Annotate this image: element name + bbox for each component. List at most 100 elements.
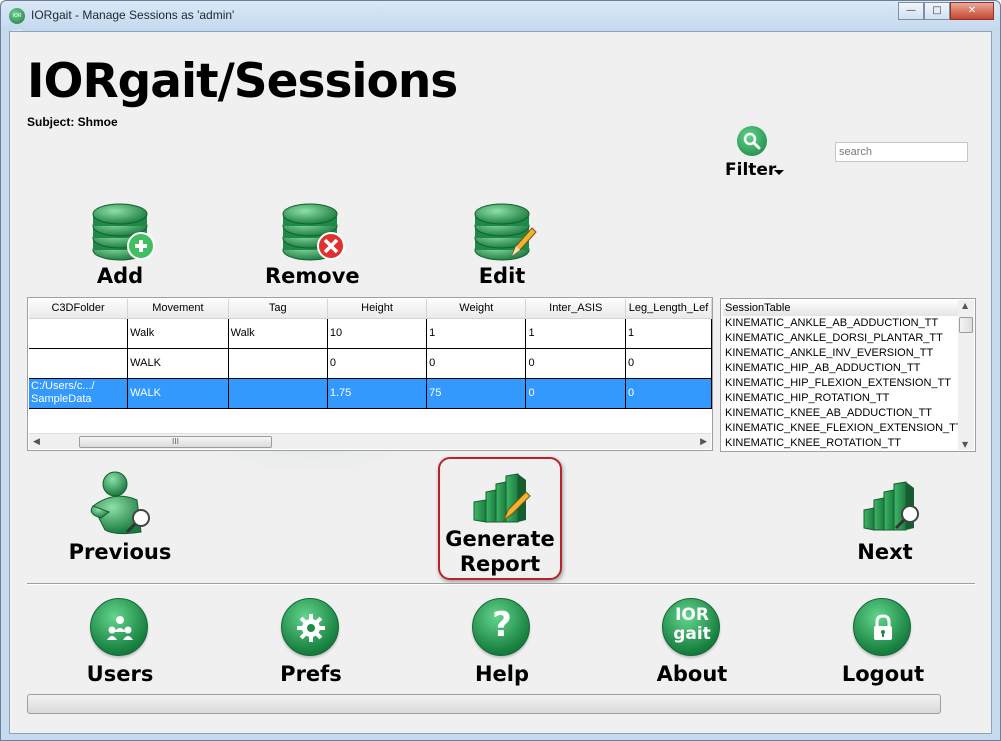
table-cell[interactable]: WALK (127, 378, 229, 409)
page-title: IORgait/Sessions (27, 54, 458, 109)
generate-label-line1: Generate (445, 527, 555, 551)
scroll-thumb[interactable]: III (79, 436, 272, 448)
filter-button[interactable]: Filter (725, 160, 776, 180)
list-item[interactable]: KINEMATIC_KNEE_ROTATION_TT (723, 436, 959, 451)
table-row[interactable]: Walk Walk 10 1 1 1 (29, 318, 712, 349)
database-edit-icon (474, 203, 537, 261)
edit-button[interactable]: Edit (462, 200, 542, 288)
divider (27, 583, 975, 585)
column-header[interactable]: C3DFolder (29, 299, 129, 319)
table-row-selected[interactable]: C:/Users/c.../ SampleData WALK 1.75 75 0… (29, 378, 712, 409)
scroll-down-icon[interactable]: ▼ (962, 440, 968, 449)
table-cell[interactable]: 0 (327, 348, 428, 379)
app-logo-icon: IOR gait (9, 8, 25, 35)
sessions-table[interactable]: C3DFolder Movement Tag Height Weight Int… (27, 297, 713, 451)
table-cell[interactable]: 0 (625, 378, 712, 409)
previous-button[interactable]: Previous (65, 470, 175, 564)
scroll-thumb[interactable] (959, 317, 973, 333)
column-header[interactable]: Height (327, 299, 428, 319)
app-window: IOR gait IORgait - Manage Sessions as 'a… (0, 0, 1001, 741)
table-cell[interactable] (29, 348, 129, 379)
scroll-right-icon[interactable]: ▶ (700, 437, 707, 447)
search-input[interactable] (835, 142, 968, 162)
table-cell[interactable]: 10 (327, 318, 428, 349)
sessions-grid: C3DFolder Movement Tag Height Weight Int… (29, 299, 712, 409)
table-header-row: C3DFolder Movement Tag Height Weight Int… (29, 299, 712, 319)
gear-icon[interactable] (281, 598, 339, 656)
horizontal-scrollbar[interactable]: ◀ III ▶ (29, 433, 711, 449)
generate-report-label: Generate Report (440, 527, 560, 577)
main-panel: IORgait/Sessions Subject: Shmoe Filter s… (9, 31, 992, 734)
remove-button[interactable]: Remove (265, 200, 360, 288)
about-icon-text-gait: gait (673, 624, 711, 644)
generate-label-line2: Report (459, 552, 541, 576)
table-cell[interactable]: 0 (625, 348, 712, 379)
table-cell[interactable] (228, 348, 328, 379)
table-cell[interactable]: 0 (525, 378, 626, 409)
table-row[interactable]: WALK 0 0 0 0 (29, 348, 712, 379)
list-item[interactable]: KINEMATIC_KNEE_AB_ADDUCTION_TT (723, 406, 959, 421)
column-header[interactable]: Leg_Length_Lef (625, 299, 712, 319)
table-cell[interactable]: Walk (228, 318, 328, 349)
table-cell[interactable] (29, 318, 129, 349)
generate-report-button[interactable]: Generate Report (438, 457, 562, 580)
close-button[interactable]: ✕ (950, 2, 994, 20)
table-cell[interactable]: 0 (426, 348, 527, 379)
previous-label: Previous (68, 540, 172, 564)
session-table-list[interactable]: SessionTable KINEMATIC_ANKLE_AB_ADDUCTIO… (720, 298, 976, 452)
about-logo-icon[interactable]: IOR gait (662, 598, 720, 656)
help-button[interactable]: Help (437, 662, 567, 686)
help-icon[interactable]: ? (472, 598, 530, 656)
user-search-icon (90, 471, 150, 535)
about-icon-text-ior: IOR (675, 605, 709, 625)
column-header[interactable]: Movement (127, 299, 229, 319)
table-cell[interactable]: C:/Users/c.../ SampleData (29, 378, 129, 409)
next-button[interactable]: Next (830, 470, 940, 564)
remove-label: Remove (265, 264, 360, 288)
list-item[interactable]: KINEMATIC_HIP_FLEXION_EXTENSION_TT (723, 376, 959, 391)
list-item[interactable]: KINEMATIC_ANKLE_DORSI_PLANTAR_TT (723, 331, 959, 346)
table-cell[interactable]: 1 (426, 318, 527, 349)
table-cell[interactable]: 1 (625, 318, 712, 349)
add-label: Add (96, 264, 144, 288)
window-title: IORgait - Manage Sessions as 'admin' (31, 8, 235, 22)
table-cell[interactable] (228, 378, 328, 409)
users-button[interactable]: Users (55, 662, 185, 686)
vertical-scrollbar[interactable]: ▲ ▼ (958, 300, 974, 450)
scroll-left-icon[interactable]: ◀ (33, 437, 40, 447)
maximize-button[interactable]: □ (924, 2, 950, 20)
database-remove-icon (282, 203, 345, 261)
add-button[interactable]: Add (80, 200, 160, 288)
table-cell[interactable]: 75 (426, 378, 527, 409)
table-cell[interactable]: 1 (525, 318, 626, 349)
subject-label: Subject: Shmoe (27, 115, 118, 129)
report-chart-icon (473, 473, 531, 523)
list-item[interactable]: KINEMATIC_ANKLE_INV_EVERSION_TT (723, 346, 959, 361)
chevron-down-icon[interactable] (774, 170, 784, 175)
next-label: Next (857, 540, 913, 564)
logout-button[interactable]: Logout (818, 662, 948, 686)
table-cell[interactable]: WALK (127, 348, 229, 379)
table-cell[interactable]: 1.75 (327, 378, 428, 409)
table-cell[interactable]: 0 (525, 348, 626, 379)
title-bar[interactable]: IOR gait IORgait - Manage Sessions as 'a… (1, 1, 1000, 35)
column-header[interactable]: Weight (426, 299, 527, 319)
minimize-button[interactable]: — (898, 2, 924, 20)
list-item[interactable]: KINEMATIC_ANKLE_AB_ADDUCTION_TT (723, 316, 959, 331)
progress-bar (27, 694, 941, 714)
magnifier-icon[interactable] (737, 126, 767, 156)
about-button[interactable]: About (627, 662, 757, 686)
users-icon[interactable] (90, 598, 148, 656)
table-cell[interactable]: Walk (127, 318, 229, 349)
column-header[interactable]: Tag (228, 299, 328, 319)
database-add-icon (92, 203, 155, 261)
list-header: SessionTable (723, 301, 959, 316)
list-item[interactable]: KINEMATIC_HIP_AB_ADDUCTION_TT (723, 361, 959, 376)
scroll-up-icon[interactable]: ▲ (962, 301, 968, 310)
prefs-button[interactable]: Prefs (246, 662, 376, 686)
list-item[interactable]: KINEMATIC_KNEE_FLEXION_EXTENSION_TT (723, 421, 963, 436)
list-item[interactable]: KINEMATIC_HIP_ROTATION_TT (723, 391, 959, 406)
column-header[interactable]: Inter_ASIS (525, 299, 626, 319)
lock-icon[interactable] (853, 598, 911, 656)
edit-label: Edit (478, 264, 526, 288)
